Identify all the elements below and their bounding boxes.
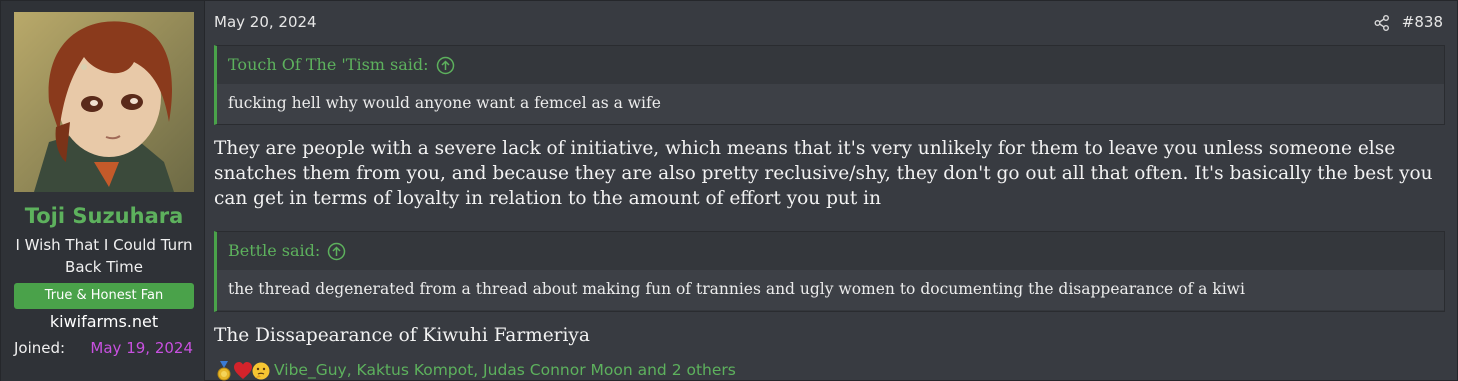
post-body-text: They are people with a severe lack of in… xyxy=(214,138,1433,209)
site-name: kiwifarms.net xyxy=(49,312,159,331)
user-sidebar: Toji Suzuhara I Wish That I Could Turn B… xyxy=(1,1,205,381)
post-date[interactable]: May 20, 2024 xyxy=(214,13,317,31)
heart-icon xyxy=(234,362,252,379)
reaction-users[interactable]: Vibe_Guy, Kaktus Kompot, Judas Connor Mo… xyxy=(274,361,736,379)
thinking-face-icon xyxy=(252,362,270,380)
reactions-bar[interactable]: Vibe_Guy, Kaktus Kompot, Judas Connor Mo… xyxy=(214,358,736,381)
quote-block: Touch Of The 'Tism said: fucking hell wh… xyxy=(214,45,1445,125)
quote-header[interactable]: Bettle said: xyxy=(217,232,1444,270)
quote-text: fucking hell why would anyone want a fem… xyxy=(217,84,1444,124)
quote-block: Bettle said: the thread degenerated from… xyxy=(214,231,1445,312)
medal-icon xyxy=(217,361,231,381)
quote-author[interactable]: Touch Of The 'Tism said: xyxy=(228,46,429,84)
quote-header[interactable]: Touch Of The 'Tism said: xyxy=(217,46,1444,84)
share-icon[interactable] xyxy=(1373,14,1391,32)
quote-author[interactable]: Bettle said: xyxy=(228,232,320,270)
avatar[interactable] xyxy=(14,12,194,192)
quote-text: the thread degenerated from a thread abo… xyxy=(217,270,1444,310)
post-body-text: The Dissapearance of Kiwuhi Farmeriya xyxy=(214,325,590,346)
joined-label: Joined: xyxy=(14,339,66,357)
post: Toji Suzuhara I Wish That I Could Turn B… xyxy=(0,0,1458,381)
username[interactable]: Toji Suzuhara xyxy=(1,204,207,228)
arrow-up-circle-icon[interactable] xyxy=(327,242,346,261)
post-number[interactable]: #838 xyxy=(1402,13,1443,31)
reaction-icons[interactable] xyxy=(214,358,272,381)
joined-date: May 19, 2024 xyxy=(90,339,193,357)
arrow-up-circle-icon[interactable] xyxy=(436,56,455,75)
avatar-image xyxy=(14,12,194,192)
user-title: I Wish That I Could Turn Back Time xyxy=(15,236,193,276)
user-banner: True & Honest Fan xyxy=(14,283,194,309)
